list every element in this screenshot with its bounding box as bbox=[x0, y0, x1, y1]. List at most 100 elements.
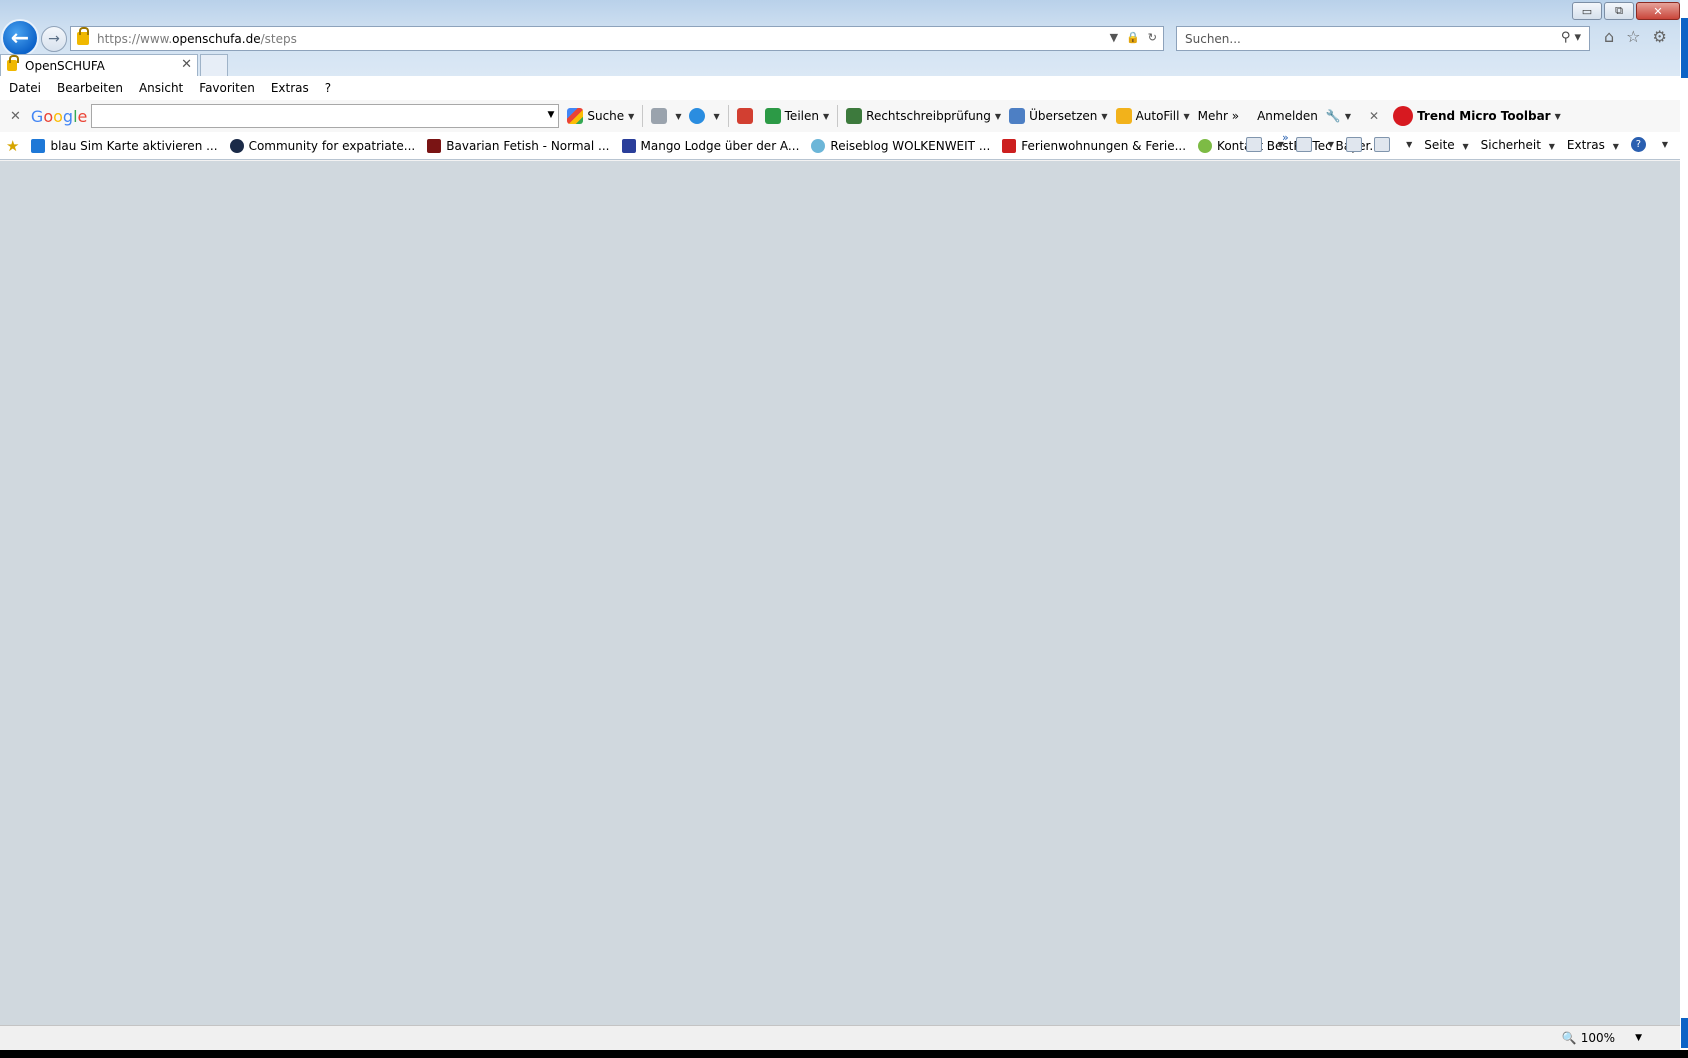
autofill-icon bbox=[1115, 108, 1132, 124]
close-trend-icon[interactable]: ✕ bbox=[1369, 109, 1379, 123]
reiseblog-icon bbox=[811, 138, 826, 153]
mail-icon[interactable] bbox=[1346, 137, 1363, 152]
chevron-down-icon: ▼ bbox=[1344, 111, 1351, 121]
home-icon[interactable] bbox=[1245, 137, 1262, 152]
bavarian-icon bbox=[427, 138, 442, 153]
menu-item-bearbeiten[interactable]: Bearbeiten bbox=[57, 81, 123, 95]
menu-item-help[interactable]: ? bbox=[325, 81, 331, 95]
fav-item-community[interactable]: Community for expatriate... bbox=[229, 138, 415, 153]
gear-icon[interactable]: ⚙ bbox=[1653, 27, 1667, 46]
add-button[interactable]: ▼ bbox=[689, 108, 720, 124]
zoom-level: 100% bbox=[1580, 1031, 1616, 1045]
fav-item-ferienwohnungen[interactable]: Ferienwohnungen & Ferie... bbox=[1002, 138, 1186, 153]
refresh-icon[interactable]: ↻ bbox=[1148, 31, 1157, 44]
search-box[interactable]: Suchen... ⚲ ▾ bbox=[1176, 26, 1590, 51]
chevron-down-icon[interactable]: ▼ bbox=[1406, 140, 1412, 149]
menu-bar: Datei Bearbeiten Ansicht Favoriten Extra… bbox=[0, 76, 1680, 100]
zoom-icon: 🔍 bbox=[1561, 1031, 1577, 1045]
google-logo: Google bbox=[30, 106, 88, 126]
signin-button[interactable]: Anmelden bbox=[1257, 109, 1318, 123]
chevron-down-icon: ▼ bbox=[675, 111, 682, 121]
page-menu-button[interactable]: ▼ bbox=[651, 108, 681, 124]
restore-button[interactable]: ⧉ bbox=[1604, 2, 1634, 20]
blau-icon bbox=[31, 138, 46, 153]
translate-button[interactable]: Übersetzen ▼ bbox=[1009, 108, 1108, 124]
window-edge bbox=[1680, 0, 1688, 1058]
trend-micro-toolbar-button[interactable]: Trend Micro Toolbar ▼ bbox=[1393, 106, 1561, 126]
separator bbox=[837, 105, 839, 127]
tab-title: OpenSCHUFA bbox=[25, 58, 105, 73]
feeds-icon[interactable] bbox=[1295, 137, 1312, 152]
trend-micro-icon bbox=[1393, 106, 1414, 126]
page-menu[interactable]: Seite ▼ bbox=[1424, 138, 1468, 152]
wrench-icon: 🔧 bbox=[1325, 109, 1341, 123]
mango-lodge-icon bbox=[621, 138, 636, 153]
separator bbox=[642, 105, 644, 127]
page-content-area bbox=[0, 161, 1680, 1025]
menu-item-extras[interactable]: Extras bbox=[271, 81, 309, 95]
menu-item-favoriten[interactable]: Favoriten bbox=[199, 81, 255, 95]
google-search-button[interactable]: Suche ▼ bbox=[567, 108, 634, 124]
help-icon[interactable]: ? bbox=[1630, 137, 1646, 152]
close-toolbar-icon[interactable]: ✕ bbox=[10, 109, 21, 124]
address-bar[interactable]: https://www.openschufa.de/steps ▼ 🔒 ↻ bbox=[70, 26, 1164, 51]
browser-window: ▭ ⧉ ✕ ← → https://www.openschufa.de/step… bbox=[0, 0, 1680, 1050]
wrench-button[interactable]: 🔧 ▼ bbox=[1326, 109, 1351, 123]
url-path: /steps bbox=[260, 31, 297, 46]
chevron-down-icon[interactable]: ▼ bbox=[1328, 140, 1334, 149]
url-text[interactable]: https://www.openschufa.de/steps bbox=[97, 32, 297, 46]
spellcheck-icon bbox=[846, 108, 863, 124]
close-tab-icon[interactable]: ✕ bbox=[181, 57, 192, 72]
chevron-down-icon[interactable]: ▼ bbox=[547, 110, 554, 120]
url-domain: openschufa.de bbox=[172, 31, 261, 46]
spellcheck-button[interactable]: Rechtschreibprüfung ▼ bbox=[846, 108, 1001, 124]
command-bar: ▼ ▼ ▼ Seite ▼ Sicherheit ▼ Extras ▼ ? ▼ bbox=[1245, 137, 1668, 152]
home-icon[interactable]: ⌂ bbox=[1604, 27, 1614, 46]
google-search-icon bbox=[567, 108, 584, 124]
tab-openschufa[interactable]: OpenSCHUFA ✕ bbox=[0, 54, 198, 76]
forward-button[interactable]: → bbox=[41, 26, 67, 52]
chevron-down-icon[interactable]: ▼ bbox=[1635, 1033, 1642, 1043]
favorites-star-icon[interactable]: ★ bbox=[6, 137, 19, 155]
autofill-button[interactable]: AutoFill ▼ bbox=[1115, 108, 1190, 124]
page-icon bbox=[651, 108, 668, 124]
taskbar-edge bbox=[0, 1050, 1688, 1058]
separator bbox=[727, 105, 729, 127]
close-button[interactable]: ✕ bbox=[1636, 2, 1680, 20]
fav-item-bavarian[interactable]: Bavarian Fetish - Normal ... bbox=[427, 138, 610, 153]
menu-item-datei[interactable]: Datei bbox=[9, 81, 41, 95]
search-icon[interactable]: ⚲ ▾ bbox=[1561, 30, 1581, 45]
fav-item-blau[interactable]: blau Sim Karte aktivieren ... bbox=[31, 138, 218, 153]
ferienwohnungen-icon bbox=[1002, 138, 1017, 153]
back-button[interactable]: ← bbox=[1, 19, 39, 57]
fav-item-mango[interactable]: Mango Lodge über der A... bbox=[621, 138, 799, 153]
security-lock-icon[interactable]: 🔒 bbox=[1126, 31, 1140, 44]
favorites-star-icon[interactable]: ☆ bbox=[1626, 27, 1640, 46]
dropdown-icon[interactable]: ▼ bbox=[1110, 31, 1118, 44]
url-prefix: https://www. bbox=[97, 31, 173, 46]
address-icons: ▼ 🔒 ↻ bbox=[1110, 31, 1157, 44]
lock-icon bbox=[77, 27, 89, 45]
fav-item-reiseblog[interactable]: Reiseblog WOLKENWEIT ... bbox=[811, 138, 990, 153]
tools-menu[interactable]: Extras ▼ bbox=[1567, 138, 1619, 152]
print-icon[interactable] bbox=[1374, 137, 1391, 152]
share-button[interactable]: Teilen ▼ bbox=[764, 108, 829, 124]
forward-arrow-icon: → bbox=[48, 31, 60, 47]
search-input[interactable]: Suchen... bbox=[1185, 32, 1241, 46]
more-button[interactable]: Mehr » bbox=[1198, 109, 1239, 123]
chevron-down-icon: ▼ bbox=[1554, 111, 1561, 121]
minimize-button[interactable]: ▭ bbox=[1572, 2, 1602, 20]
google-toolbar: ✕ Google ▼ Suche ▼ ▼ ▼ Teilen ▼ Rechtsch… bbox=[0, 100, 1680, 132]
translate-icon bbox=[1009, 108, 1026, 124]
security-menu[interactable]: Sicherheit ▼ bbox=[1481, 138, 1555, 152]
chevron-down-icon: ▼ bbox=[1101, 111, 1108, 121]
chevron-down-icon[interactable]: ▼ bbox=[1662, 140, 1668, 149]
google-plus-button[interactable] bbox=[736, 108, 757, 124]
chevron-down-icon[interactable]: ▼ bbox=[1278, 140, 1284, 149]
new-tab-button[interactable] bbox=[200, 54, 228, 76]
zoom-control[interactable]: 🔍 100% ▼ bbox=[1562, 1031, 1642, 1045]
title-bar: ▭ ⧉ ✕ ← → https://www.openschufa.de/step… bbox=[0, 0, 1680, 76]
menu-item-ansicht[interactable]: Ansicht bbox=[139, 81, 183, 95]
google-search-input[interactable]: ▼ bbox=[91, 104, 560, 128]
window-controls: ▭ ⧉ ✕ bbox=[1572, 2, 1680, 20]
